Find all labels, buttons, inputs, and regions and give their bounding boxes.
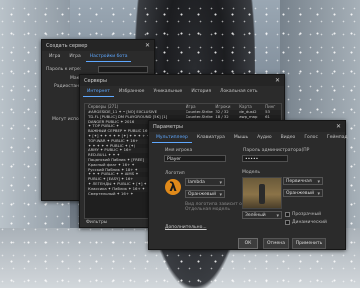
logo-select[interactable]: lambda: [185, 178, 225, 187]
tab-history[interactable]: История: [187, 88, 215, 97]
model-color2-select[interactable]: Зелёный: [242, 211, 282, 220]
player-name-field[interactable]: Player: [164, 155, 226, 162]
model-color-select[interactable]: Оранжевый: [283, 189, 323, 198]
logo-color-select[interactable]: Оранжевый: [185, 190, 225, 199]
filters-label[interactable]: Фильтры: [86, 220, 107, 225]
parameters-title: Параметры: [153, 123, 183, 130]
create-server-tabs: Игра Игра Настройки бота: [42, 51, 154, 62]
lambda-logo-icon: λ: [165, 179, 181, 195]
apply-button[interactable]: Применить: [292, 238, 326, 249]
tab-audio[interactable]: Аудио: [253, 134, 276, 143]
servers-title: Серверы: [84, 77, 107, 84]
close-icon[interactable]: ✕: [336, 123, 341, 130]
parameters-tabs: Мультиплеер Клавиатура Мышь Аудио Видео …: [149, 132, 348, 143]
transparent-label: Прозрачный: [292, 212, 322, 217]
dynamic-label: Динамический: [292, 220, 327, 225]
tab-mouse[interactable]: Мышь: [230, 134, 252, 143]
servers-titlebar: Серверы ✕: [80, 75, 284, 86]
player-name-label: Имя игрока: [165, 148, 193, 153]
password-label: Пароль к игре:: [46, 67, 82, 72]
advanced-button[interactable]: Дополнительно...: [165, 225, 207, 230]
tab-keyboard[interactable]: Клавиатура: [193, 134, 229, 143]
tab-game[interactable]: Игра: [45, 53, 64, 62]
tab-lan[interactable]: Локальная сеть: [216, 88, 262, 97]
tab-gamepad[interactable]: Геймпад: [323, 134, 352, 143]
dynamic-checkbox[interactable]: [285, 220, 290, 225]
tab-favorites[interactable]: Избранное: [115, 88, 149, 97]
tab-game-2[interactable]: Игра: [65, 53, 84, 62]
create-server-title: Создать сервер: [46, 42, 88, 49]
tab-bot-settings[interactable]: Настройки бота: [85, 53, 132, 62]
admin-password-label: Пароль администратора(ПР: [243, 148, 310, 153]
close-icon[interactable]: ✕: [145, 42, 150, 49]
model-select[interactable]: Первичная: [283, 177, 323, 186]
tab-internet[interactable]: Интернет: [83, 88, 114, 97]
spray-label: Логотип: [165, 171, 185, 176]
cancel-button[interactable]: Отмена: [263, 238, 289, 249]
create-server-titlebar: Создать сервер ✕: [42, 40, 154, 51]
bots-label: Могут испол: [52, 117, 82, 122]
password-field[interactable]: [98, 66, 148, 73]
parameters-titlebar: Параметры ✕: [149, 121, 345, 132]
close-icon[interactable]: ✕: [275, 77, 280, 84]
ok-button[interactable]: ОК: [238, 238, 258, 249]
tab-multiplayer[interactable]: Мультиплеер: [152, 134, 192, 143]
tab-voice[interactable]: Голос: [300, 134, 322, 143]
tab-unique[interactable]: Уникальные: [149, 88, 186, 97]
model-preview-image: [242, 177, 282, 209]
transparent-checkbox[interactable]: [285, 212, 290, 217]
servers-tabs: Интернет Избранное Уникальные История Ло…: [80, 86, 284, 97]
model-label: Модель: [242, 170, 261, 175]
tab-video[interactable]: Видео: [277, 134, 300, 143]
admin-password-field[interactable]: •••••: [242, 155, 288, 162]
parameters-window: Параметры ✕ Мультиплеер Клавиатура Мышь …: [148, 120, 348, 250]
